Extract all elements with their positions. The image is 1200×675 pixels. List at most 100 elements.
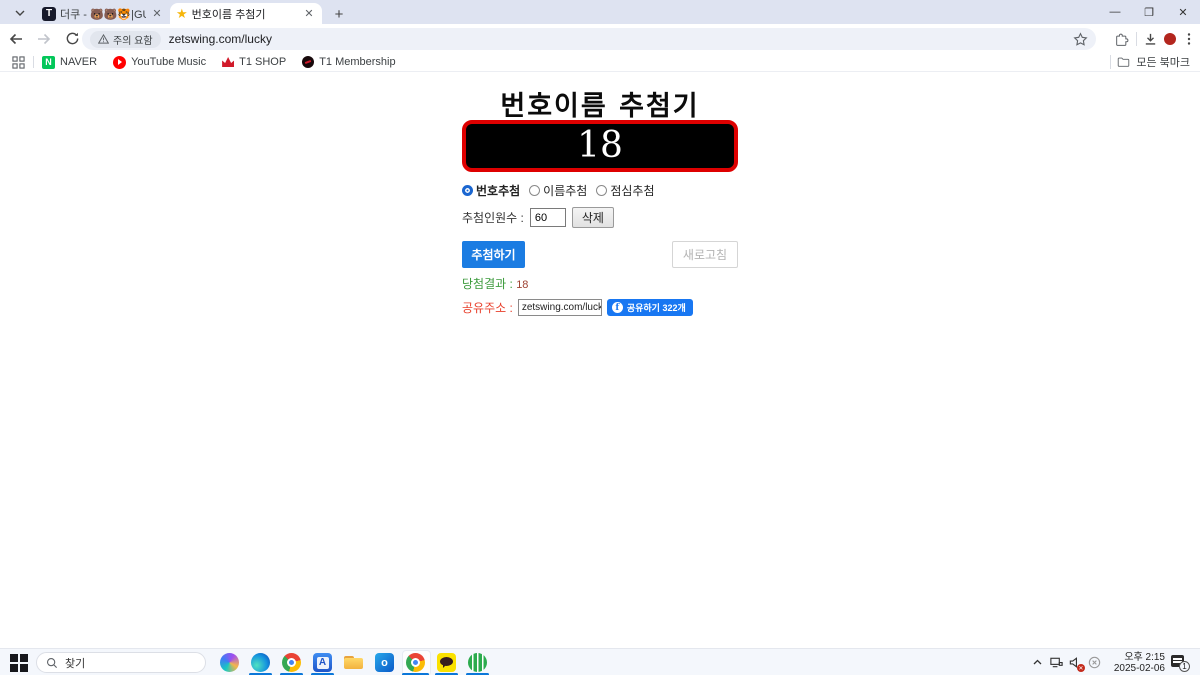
draw-button[interactable]: 추첨하기 xyxy=(462,241,525,268)
taskbar-outlook-icon[interactable]: o xyxy=(369,650,400,675)
extensions-icon[interactable] xyxy=(1115,32,1130,47)
bookmarks-divider xyxy=(33,56,34,68)
url-text[interactable]: zetswing.com/lucky xyxy=(169,32,1073,46)
profile-avatar[interactable] xyxy=(1164,33,1176,45)
forward-icon[interactable] xyxy=(32,27,56,51)
security-chip-label: 주의 요함 xyxy=(113,32,153,47)
new-tab-button[interactable]: + xyxy=(330,5,348,23)
bookmark-label: YouTube Music xyxy=(131,56,206,68)
share-label: 공유주소 : xyxy=(462,299,513,316)
taskbar-file-explorer-icon[interactable] xyxy=(338,650,369,675)
status-x-circle-icon[interactable] xyxy=(1087,655,1102,670)
radio-label: 번호추첨 xyxy=(476,182,520,199)
address-bar[interactable]: 주의 요함 zetswing.com/lucky xyxy=(82,28,1096,50)
t1-shop-icon xyxy=(222,57,234,67)
share-url-input[interactable] xyxy=(518,299,602,316)
taskbar: 찾기 A o ✕ 오후 2:15 2025-02-06 1 xyxy=(0,648,1200,675)
facebook-icon: f xyxy=(612,302,623,313)
bookmark-star-icon[interactable] xyxy=(1073,32,1088,47)
theqoo-favicon-icon: T xyxy=(42,7,56,21)
radio-lunch-draw[interactable]: 점심추첨 xyxy=(596,182,654,199)
taskbar-kakaotalk-icon[interactable] xyxy=(431,650,462,675)
draw-result-display: 18 xyxy=(462,120,738,172)
result-row: 당첨결과 : 18 xyxy=(462,275,738,292)
back-icon[interactable] xyxy=(4,27,28,51)
all-bookmarks[interactable]: 모든 북마크 xyxy=(1110,54,1190,70)
taskbar-copilot-icon[interactable] xyxy=(214,650,245,675)
system-tray: ✕ 오후 2:15 2025-02-06 1 xyxy=(1030,649,1200,675)
minimize-button[interactable]: — xyxy=(1098,0,1132,24)
radio-name-draw[interactable]: 이름추첨 xyxy=(529,182,587,199)
youtube-music-icon xyxy=(113,56,126,69)
radio-icon[interactable] xyxy=(529,185,540,196)
star-favicon-icon: ★ xyxy=(176,6,188,22)
downloads-icon[interactable] xyxy=(1143,32,1158,47)
search-icon xyxy=(46,657,58,669)
facebook-share-button[interactable]: f 공유하기 322개 xyxy=(607,299,693,316)
start-button-icon[interactable] xyxy=(10,654,28,672)
page-title: 번호이름 추첨기 xyxy=(0,84,1200,123)
taskbar-blue-a-app-icon[interactable]: A xyxy=(307,650,338,675)
count-input[interactable] xyxy=(530,208,566,227)
bookmark-t1-membership[interactable]: T1 Membership xyxy=(302,56,395,68)
toolbar-right-cluster xyxy=(1115,28,1196,50)
draw-mode-radios: 번호추첨 이름추첨 점심추첨 xyxy=(462,182,738,199)
radio-icon[interactable] xyxy=(596,185,607,196)
mute-badge: ✕ xyxy=(1077,664,1085,672)
network-icon[interactable] xyxy=(1049,655,1064,670)
refresh-button[interactable]: 새로고침 xyxy=(672,241,738,268)
menu-kebab-icon[interactable] xyxy=(1182,32,1196,46)
window-controls: — ❐ ✕ xyxy=(1098,0,1200,24)
bookmark-label: NAVER xyxy=(60,56,97,68)
tab-title: 더쿠 - 🐻🐻🐯|GUMADAY 이 xyxy=(60,6,146,22)
bookmarks-right-divider xyxy=(1110,55,1111,69)
naver-icon: N xyxy=(42,56,55,69)
taskbar-chrome-icon[interactable] xyxy=(276,650,307,675)
tab-lottery[interactable]: ★ 번호이름 추첨기 ✕ xyxy=(170,3,322,24)
notification-center-icon[interactable]: 1 xyxy=(1171,655,1188,670)
volume-muted-icon[interactable]: ✕ xyxy=(1068,655,1083,670)
notification-count-badge: 1 xyxy=(1179,661,1190,672)
tab-title: 번호이름 추첨기 xyxy=(192,6,298,22)
bookmark-label: T1 SHOP xyxy=(239,56,286,68)
tab-theqoo[interactable]: T 더쿠 - 🐻🐻🐯|GUMADAY 이 ✕ xyxy=(36,3,170,24)
clock-date: 2025-02-06 xyxy=(1114,663,1165,674)
result-value: 18 xyxy=(516,279,528,291)
security-warning-chip[interactable]: 주의 요함 xyxy=(90,31,161,48)
tab-close-icon[interactable]: ✕ xyxy=(302,7,316,21)
tab-strip: T 더쿠 - 🐻🐻🐯|GUMADAY 이 ✕ ★ 번호이름 추첨기 ✕ + — … xyxy=(0,0,1200,24)
tray-chevron-up-icon[interactable] xyxy=(1030,655,1045,670)
count-label: 추첨인원수 : xyxy=(462,209,524,226)
folder-icon xyxy=(1117,56,1130,68)
taskbar-search[interactable]: 찾기 xyxy=(36,652,206,673)
radio-selected-icon[interactable] xyxy=(462,185,473,196)
toolbar-divider xyxy=(1136,32,1137,46)
taskbar-chrome-active-icon[interactable] xyxy=(400,650,431,675)
search-label: 찾기 xyxy=(65,655,85,671)
apps-grid-icon[interactable] xyxy=(12,56,25,69)
taskbar-green-office-icon[interactable] xyxy=(462,650,493,675)
drawn-number: 18 xyxy=(577,128,623,164)
bookmark-youtube-music[interactable]: YouTube Music xyxy=(113,56,206,69)
facebook-share-label: 공유하기 322개 xyxy=(627,301,686,314)
tab-close-icon[interactable]: ✕ xyxy=(150,7,164,21)
maximize-button[interactable]: ❐ xyxy=(1132,0,1166,24)
close-button[interactable]: ✕ xyxy=(1166,0,1200,24)
bookmark-t1-shop[interactable]: T1 SHOP xyxy=(222,56,286,68)
radio-label: 점심추첨 xyxy=(610,182,654,199)
tab-search-chevron-icon[interactable] xyxy=(8,4,32,21)
delete-button[interactable]: 삭제 xyxy=(572,207,614,228)
taskbar-clock[interactable]: 오후 2:15 2025-02-06 xyxy=(1114,652,1165,674)
radio-number-draw[interactable]: 번호추첨 xyxy=(462,182,520,199)
radio-label: 이름추첨 xyxy=(543,182,587,199)
clock-time: 오후 2:15 xyxy=(1114,652,1165,663)
share-row: 공유주소 : f 공유하기 322개 xyxy=(462,299,738,316)
bookmark-naver[interactable]: N NAVER xyxy=(42,56,97,69)
browser-toolbar: 주의 요함 zetswing.com/lucky xyxy=(0,24,1200,53)
taskbar-edge-icon[interactable] xyxy=(245,650,276,675)
page-content: 번호이름 추첨기 18 번호추첨 이름추첨 점심추첨 추첨인원수 : 삭제 xyxy=(0,72,1200,648)
bookmarks-bar: N NAVER YouTube Music T1 SHOP T1 Members… xyxy=(0,53,1200,72)
reload-icon[interactable] xyxy=(60,27,84,51)
all-bookmarks-label: 모든 북마크 xyxy=(1136,54,1190,70)
t1-membership-icon xyxy=(302,56,314,68)
